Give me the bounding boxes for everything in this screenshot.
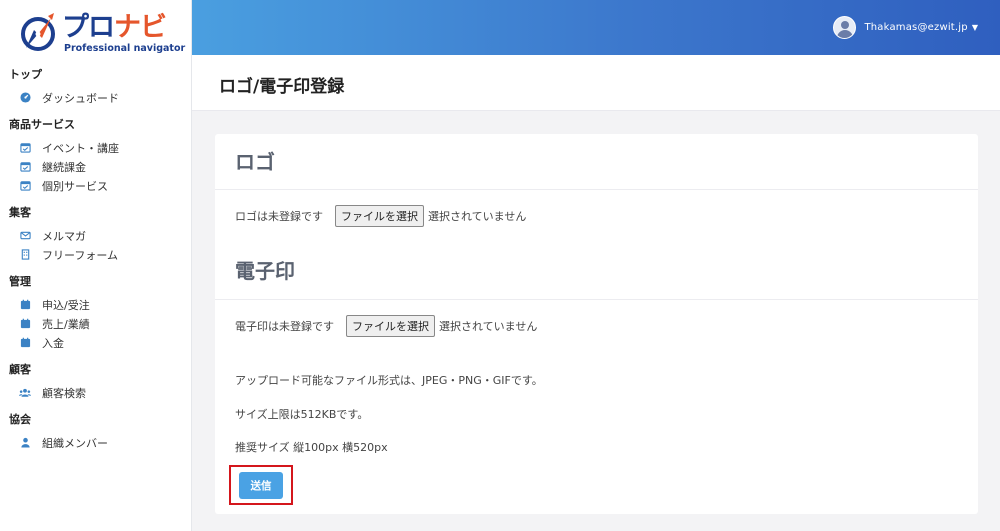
envelope-icon xyxy=(19,230,31,242)
sidebar-item[interactable]: 組織メンバー xyxy=(0,433,192,452)
compass-logo-icon xyxy=(21,13,55,51)
seal-file-status: 選択されていません xyxy=(439,320,538,333)
sidebar-item[interactable]: 入金 xyxy=(0,333,192,352)
recommended-size-note: 推奨サイズ 縦100px 横520px xyxy=(235,441,388,454)
calendar-icon xyxy=(19,299,31,311)
calendar-icon xyxy=(19,337,31,349)
logo-status-text: ロゴは未登録です xyxy=(235,210,323,223)
upload-card: ロゴ ロゴは未登録です ファイルを選択 選択されていません 電子印 電子印は未登… xyxy=(215,134,978,514)
sidebar-item-label: フリーフォーム xyxy=(42,248,119,262)
sidebar-item[interactable]: イベント・講座 xyxy=(0,138,192,157)
top-bar: Thakamas@ezwit.jp ▼ xyxy=(192,0,1000,55)
nav-section-heading: トップ xyxy=(9,68,42,81)
sidebar-item[interactable]: 売上/業績 xyxy=(0,314,192,333)
sidebar-item-label: 組織メンバー xyxy=(42,436,108,450)
user-icon xyxy=(19,437,31,449)
brand-name: プロナビ xyxy=(62,12,167,43)
sidebar-item[interactable]: ダッシュボード xyxy=(0,88,192,107)
nav-section-heading: 集客 xyxy=(9,206,31,219)
seal-section-title: 電子印 xyxy=(235,259,295,283)
seal-file-row: 電子印は未登録です ファイルを選択 選択されていません xyxy=(235,315,537,337)
calendar-check-icon xyxy=(19,161,31,173)
nav-section: トップ ダッシュボード xyxy=(0,66,192,107)
page-title: ロゴ/電子印登録 xyxy=(219,77,345,97)
logo-section-title: ロゴ xyxy=(235,150,275,174)
sidebar-item-label: 入金 xyxy=(42,336,64,350)
sidebar: プロナビ Professional navigator トップ ダッシュボード商品… xyxy=(0,0,192,531)
page-header: ロゴ/電子印登録 xyxy=(192,55,1000,111)
logo-file-status: 選択されていません xyxy=(428,210,527,223)
nav-section: 商品サービスイベント・講座 継続課金個別サービス xyxy=(0,116,192,195)
divider xyxy=(215,189,978,190)
nav-section-heading: 管理 xyxy=(9,275,31,288)
sidebar-item-label: 申込/受注 xyxy=(42,298,90,312)
sidebar-item[interactable]: フリーフォーム xyxy=(0,245,192,264)
size-limit-note: サイズ上限は512KBです。 xyxy=(235,408,369,421)
format-note: アップロード可能なファイル形式は、JPEG・PNG・GIFです。 xyxy=(235,374,543,387)
sidebar-item[interactable]: 顧客検索 xyxy=(0,383,192,402)
sidebar-item-label: ダッシュボード xyxy=(42,91,119,105)
sidebar-item-label: 継続課金 xyxy=(42,160,86,174)
nav-section-heading: 協会 xyxy=(9,413,31,426)
submit-button[interactable]: 送信 xyxy=(239,472,283,499)
logo-file-button[interactable]: ファイルを選択 xyxy=(335,205,424,227)
nav-section: 顧客 顧客検索 xyxy=(0,361,192,402)
sidebar-item-label: 個別サービス xyxy=(42,179,108,193)
nav-section: 協会 組織メンバー xyxy=(0,411,192,452)
calendar-check-icon xyxy=(19,142,31,154)
sidebar-nav: トップ ダッシュボード商品サービスイベント・講座 継続課金個別サービス 集客 メルマガフ… xyxy=(0,66,192,461)
submit-highlight: 送信 xyxy=(229,465,293,505)
nav-section-heading: 商品サービス xyxy=(9,118,75,131)
brand-tagline: Professional navigator xyxy=(64,43,186,54)
avatar xyxy=(833,16,857,39)
divider xyxy=(215,299,978,300)
building-icon xyxy=(19,249,31,261)
sidebar-item[interactable]: 継続課金 xyxy=(0,157,192,176)
sidebar-item-label: イベント・講座 xyxy=(42,141,119,155)
user-menu[interactable]: Thakamas@ezwit.jp ▼ xyxy=(833,16,978,39)
calendar-check-icon xyxy=(19,180,31,192)
caret-down-icon: ▼ xyxy=(971,23,978,32)
seal-file-button[interactable]: ファイルを選択 xyxy=(346,315,435,337)
brand-logo[interactable]: プロナビ Professional navigator xyxy=(18,10,185,58)
sidebar-item[interactable]: 個別サービス xyxy=(0,176,192,195)
sidebar-item[interactable]: メルマガ xyxy=(0,226,192,245)
calendar-icon xyxy=(19,318,31,330)
sidebar-item[interactable]: 申込/受注 xyxy=(0,295,192,314)
sidebar-item-label: メルマガ xyxy=(42,229,86,243)
user-name: Thakamas@ezwit.jp xyxy=(864,22,968,33)
seal-status-text: 電子印は未登録です xyxy=(235,320,334,333)
nav-section-heading: 顧客 xyxy=(9,363,31,376)
sidebar-item-label: 顧客検索 xyxy=(42,386,86,400)
nav-section: 管理 申込/受注売上/業績入金 xyxy=(0,273,192,352)
users-icon xyxy=(19,387,31,399)
dashboard-icon xyxy=(19,92,31,104)
nav-section: 集客 メルマガフリーフォーム xyxy=(0,204,192,264)
sidebar-item-label: 売上/業績 xyxy=(42,317,90,331)
logo-file-row: ロゴは未登録です ファイルを選択 選択されていません xyxy=(235,205,526,227)
